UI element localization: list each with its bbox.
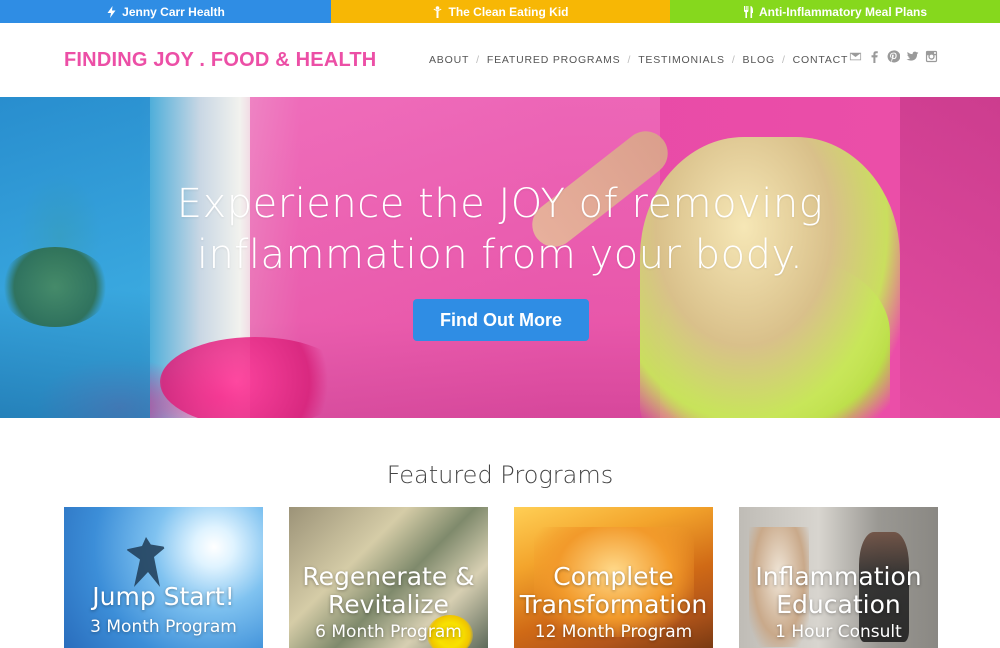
brand-bar: Jenny Carr Health The Clean Eating Kid A…	[0, 0, 1000, 23]
program-card-regenerate-revitalize[interactable]: Regenerate & Revitalize 6 Month Program	[289, 507, 488, 648]
nav-separator: /	[731, 54, 736, 66]
facebook-icon[interactable]	[868, 49, 881, 63]
mail-icon[interactable]	[849, 49, 862, 63]
site-header: FINDING JOY . FOOD & HEALTH ABOUT / FEAT…	[0, 23, 1000, 97]
program-card-title-line2: Transformation	[519, 590, 708, 619]
hero-heading-line2: inflammation from your body.	[196, 232, 804, 278]
brand-link-label: Anti-Inflammatory Meal Plans	[758, 4, 928, 19]
utensils-icon	[743, 5, 753, 18]
brand-link-meal-plans[interactable]: Anti-Inflammatory Meal Plans	[670, 0, 1000, 23]
program-card-title: Inflammation	[755, 562, 922, 591]
program-card-subtitle: 1 Hour Consult	[775, 622, 902, 642]
nav-about[interactable]: ABOUT	[429, 54, 469, 66]
lightning-icon	[107, 5, 116, 18]
pinterest-icon[interactable]	[887, 49, 900, 63]
nav-separator: /	[627, 54, 632, 66]
program-card-title: Complete	[553, 562, 674, 591]
featured-programs-heading: Featured Programs	[386, 461, 614, 489]
program-card-subtitle: 6 Month Program	[315, 622, 462, 642]
nav-separator: /	[476, 54, 480, 66]
program-card-subtitle: 3 Month Program	[90, 617, 237, 637]
hero-background-flowers	[160, 337, 350, 418]
kid-icon	[433, 5, 442, 18]
nav-separator: /	[781, 54, 786, 66]
program-cards: Jump Start! 3 Month Program Regenerate &…	[64, 507, 938, 648]
hero-heading-line1: Experience the JOY of removing	[176, 181, 824, 227]
brand-link-clean-eating-kid[interactable]: The Clean Eating Kid	[331, 0, 670, 23]
program-card-title-line2: Revitalize	[328, 590, 449, 619]
program-card-jump-start[interactable]: Jump Start! 3 Month Program	[64, 507, 263, 648]
site-logo[interactable]: FINDING JOY . FOOD & HEALTH	[64, 49, 376, 72]
hero-banner: Experience the JOY of removing inflammat…	[0, 97, 1000, 418]
nav-contact[interactable]: CONTACT	[793, 54, 849, 66]
program-card-complete-transformation[interactable]: Complete Transformation 12 Month Program	[514, 507, 713, 648]
nav-testimonials[interactable]: TESTIMONIALS	[638, 54, 725, 66]
card-image-jumper	[126, 537, 166, 587]
program-card-inflammation-education[interactable]: Inflammation Education 1 Hour Consult	[739, 507, 938, 648]
program-card-title: Regenerate &	[302, 562, 475, 591]
brand-link-label: Jenny Carr Health	[122, 4, 225, 19]
find-out-more-button[interactable]: Find Out More	[413, 299, 589, 341]
brand-link-jenny-carr-health[interactable]: Jenny Carr Health	[0, 0, 331, 23]
program-card-title-line2: Education	[776, 590, 901, 619]
nav-blog[interactable]: BLOG	[743, 54, 775, 66]
twitter-icon[interactable]	[906, 49, 919, 63]
hero-heading: Experience the JOY of removing inflammat…	[0, 179, 1000, 281]
main-nav: ABOUT / FEATURED PROGRAMS / TESTIMONIALS…	[429, 54, 848, 66]
nav-featured-programs[interactable]: FEATURED PROGRAMS	[487, 54, 621, 66]
program-card-subtitle: 12 Month Program	[534, 622, 693, 642]
program-card-title: Jump Start!	[92, 582, 235, 611]
brand-link-label: The Clean Eating Kid	[448, 4, 569, 19]
social-links	[849, 49, 938, 63]
instagram-icon[interactable]	[925, 49, 938, 63]
